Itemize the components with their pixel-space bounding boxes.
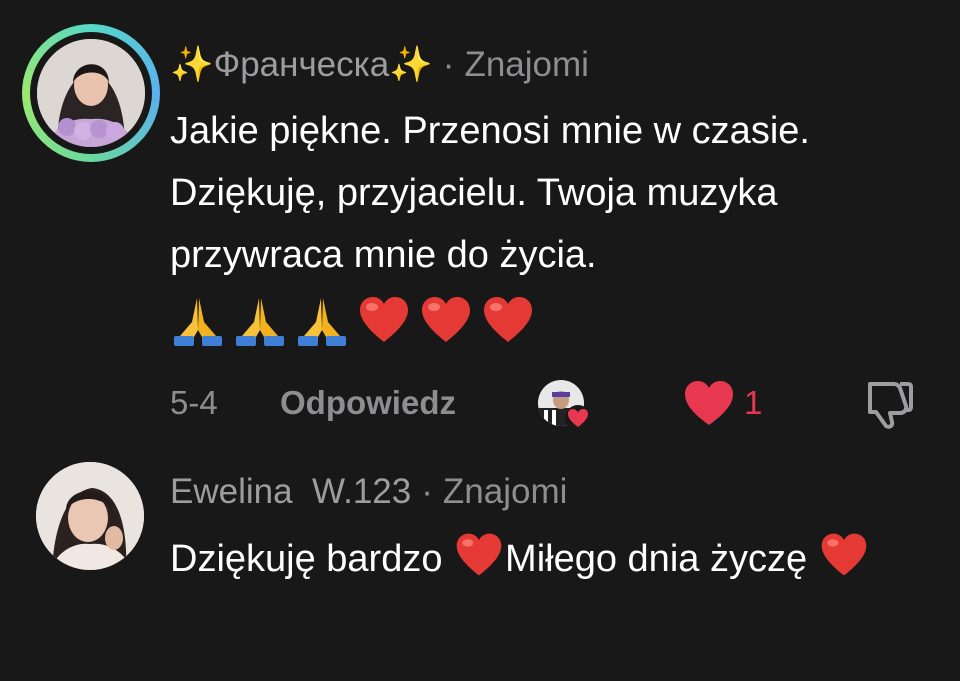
folded-hands-icon bbox=[298, 298, 346, 346]
relation-label: Znajomi bbox=[442, 472, 568, 511]
red-heart-icon bbox=[484, 297, 532, 342]
comment-meta: Ewelina W.123 · Znajomi bbox=[170, 472, 567, 512]
comment-text-part: Miłego dnia życzę bbox=[505, 538, 818, 580]
folded-hands-icon bbox=[174, 298, 222, 346]
reply-button[interactable]: Odpowiedz bbox=[280, 384, 456, 422]
avatar[interactable] bbox=[36, 462, 144, 570]
red-heart-icon bbox=[422, 297, 470, 342]
folded-hands-icon bbox=[236, 298, 284, 346]
red-heart-icon bbox=[821, 533, 866, 576]
comment-actions: 5-4 Odpowiedz 1 bbox=[0, 376, 960, 432]
relation-label: Znajomi bbox=[464, 45, 589, 84]
red-heart-icon bbox=[456, 533, 502, 576]
red-heart-icon bbox=[360, 297, 408, 342]
comment-text: Jakie piękne. Przenosi mnie w czasie. Dz… bbox=[170, 110, 810, 276]
like-heart-icon[interactable] bbox=[682, 378, 736, 428]
separator: · bbox=[421, 472, 433, 511]
comment-meta: ✨Франческа✨ · Znajomi bbox=[170, 44, 589, 85]
separator: · bbox=[442, 45, 455, 84]
like-count: 1 bbox=[744, 384, 763, 421]
dislike-icon[interactable] bbox=[860, 376, 916, 430]
emoji-row bbox=[170, 290, 536, 350]
author-name[interactable]: ✨Франческа✨ bbox=[170, 45, 433, 84]
comment-text: Dziękuję bardzo Miłego dnia życzę bbox=[170, 528, 930, 590]
creator-heart-icon bbox=[565, 405, 591, 431]
comment-text-part: Dziękuję bardzo bbox=[170, 538, 454, 580]
avatar bbox=[37, 39, 145, 147]
comment-date: 5-4 bbox=[170, 384, 218, 421]
author-name[interactable]: Ewelina W.123 bbox=[170, 472, 411, 511]
avatar-story-ring[interactable] bbox=[22, 24, 160, 162]
creator-liked-avatar bbox=[538, 380, 591, 431]
